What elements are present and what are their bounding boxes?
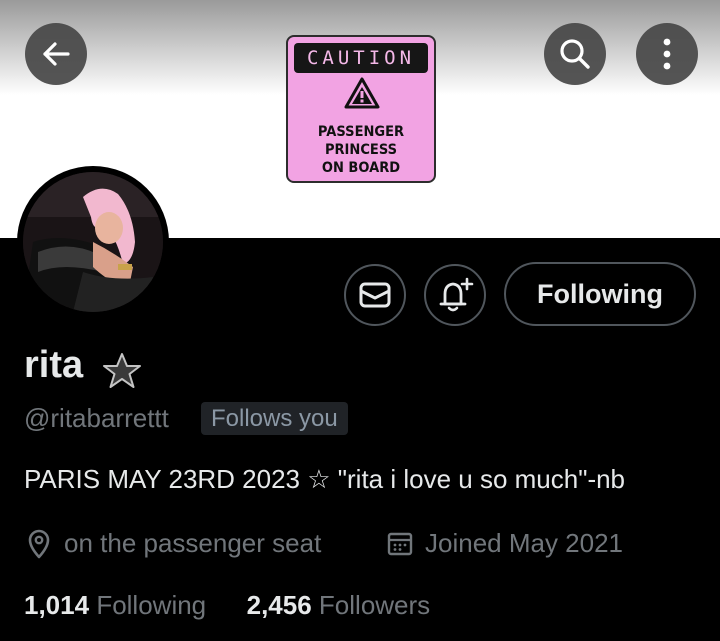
more-vertical-icon: [663, 38, 671, 70]
search-icon: [560, 39, 590, 69]
message-button[interactable]: [344, 264, 406, 326]
sign-line: ON BOARD: [321, 160, 401, 176]
following-link[interactable]: 1,014 Following: [24, 590, 206, 620]
following-count: 1,014: [24, 590, 90, 620]
profile-stats: 1,014 Following 2,456 Followers: [24, 590, 430, 621]
sign-text: PASSENGER PRINCESS ON BOARD: [295, 123, 426, 177]
profile-bio: PARIS MAY 23RD 2023 ☆ "rita i love u so …: [24, 464, 626, 494]
notifications-button[interactable]: [424, 264, 486, 326]
back-button[interactable]: [25, 23, 87, 85]
calendar-icon: [387, 532, 413, 556]
warning-triangle-icon: [344, 77, 380, 109]
avatar-photo-illustration: [23, 172, 163, 312]
more-options-button[interactable]: [636, 23, 698, 85]
profile-joined-date: Joined May 2021: [425, 528, 624, 558]
followers-count: 2,456: [246, 590, 312, 620]
display-name: rita: [24, 344, 84, 386]
following-label: Following: [96, 590, 207, 620]
following-button[interactable]: Following: [504, 262, 696, 326]
location-pin-icon: [28, 529, 50, 559]
caution-sign-image: CAUTION PASSENGER PRINCESS ON BOARD: [286, 35, 436, 183]
avatar[interactable]: [17, 166, 169, 318]
followers-label: Followers: [318, 590, 431, 620]
follows-you-badge: Follows you: [201, 402, 348, 435]
followers-link[interactable]: 2,456 Followers: [247, 590, 431, 620]
sign-line: PASSENGER: [317, 124, 405, 140]
arrow-left-icon: [43, 42, 70, 66]
sign-header: CAUTION: [294, 43, 428, 73]
sign-line: PRINCESS: [324, 142, 398, 158]
search-button[interactable]: [544, 23, 606, 85]
profile-location: on the passenger seat: [64, 528, 322, 558]
envelope-icon: [359, 282, 391, 308]
star-icon: [103, 353, 141, 388]
avatar-photo: [23, 172, 163, 312]
username-handle: @ritabarrettt: [24, 403, 169, 433]
bell-plus-icon: [439, 277, 474, 312]
